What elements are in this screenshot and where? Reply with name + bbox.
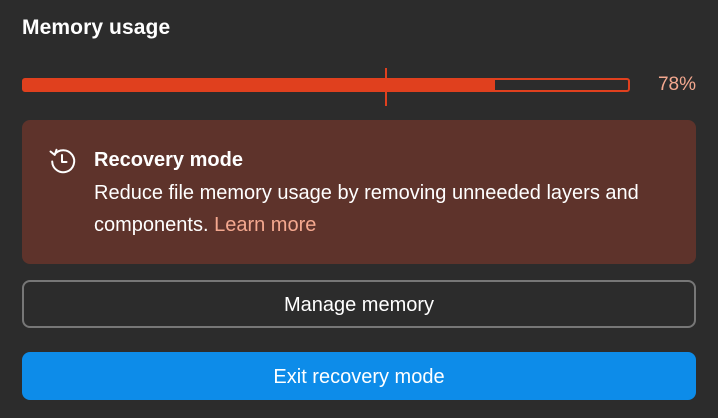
memory-usage-panel: Memory usage 78% Recovery mode Reduce fi… <box>0 0 718 418</box>
manage-memory-button[interactable]: Manage memory <box>22 280 696 328</box>
recovery-mode-callout: Recovery mode Reduce file memory usage b… <box>22 120 696 264</box>
progress-track <box>22 68 630 106</box>
callout-body: Reduce file memory usage by removing unn… <box>94 177 654 241</box>
callout-title: Recovery mode <box>94 149 243 171</box>
progress-fill <box>24 80 496 90</box>
progress-threshold-marker <box>385 68 388 106</box>
usage-percent: 78% <box>657 74 696 95</box>
learn-more-link[interactable]: Learn more <box>214 214 316 236</box>
panel-title: Memory usage <box>22 16 171 39</box>
exit-recovery-mode-button[interactable]: Exit recovery mode <box>22 352 696 400</box>
restore-clock-icon <box>46 145 78 177</box>
memory-usage-meter: 78% <box>22 68 696 106</box>
callout-body-text: Reduce file memory usage by removing unn… <box>94 182 639 236</box>
